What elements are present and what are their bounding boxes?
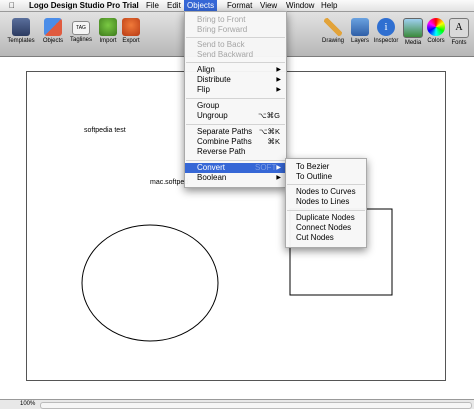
menu-item-label: Group (197, 101, 220, 110)
menu-item-duplicate-nodes[interactable]: Duplicate Nodes (286, 213, 366, 223)
menu-item-distribute[interactable]: Distribute ▶ (185, 75, 286, 85)
menu-item-boolean[interactable]: Boolean ▶ (185, 173, 286, 183)
menu-item-label: Combine Paths (197, 137, 252, 146)
menu-item-label: Separate Paths (197, 127, 253, 136)
menu-item-label: Bring to Front (197, 15, 246, 24)
menu-item-label: Boolean (197, 173, 227, 182)
menu-item-label: Ungroup (197, 111, 228, 120)
menu-item-label: Connect Nodes (296, 223, 352, 232)
shortcut-label: ⌘K (267, 137, 280, 146)
menu-item-label: Send to Back (197, 40, 245, 49)
menu-item-bring-forward[interactable]: Bring Forward (185, 25, 286, 35)
submenu-arrow-icon: ▶ (276, 87, 281, 93)
menu-item-send-backward[interactable]: Send Backward (185, 50, 286, 60)
menu-separator (186, 62, 285, 63)
menu-item-separate-paths[interactable]: Separate Paths ⌥⌘K (185, 127, 286, 137)
menu-separator (287, 184, 365, 185)
convert-submenu: To Bezier To Outline Nodes to Curves Nod… (285, 158, 367, 248)
menu-separator (287, 210, 365, 211)
menu-item-convert[interactable]: Convert SOFT ▶ (185, 163, 286, 173)
menu-item-send-to-back[interactable]: Send to Back (185, 40, 286, 50)
menu-item-connect-nodes[interactable]: Connect Nodes (286, 223, 366, 233)
canvas-text-softpedia[interactable]: softpedia test (84, 127, 126, 134)
menu-item-label: Nodes to Lines (296, 197, 350, 206)
menu-item-to-bezier[interactable]: To Bezier (286, 162, 366, 172)
menu-item-reverse-path[interactable]: Reverse Path (185, 147, 286, 157)
menu-separator (186, 160, 285, 161)
submenu-arrow-icon: ▶ (276, 77, 281, 83)
canvas-text-mac[interactable]: mac.softped (150, 179, 188, 186)
submenu-arrow-icon: ▶ (276, 175, 281, 181)
menu-item-label: Align (197, 65, 215, 74)
menu-item-label: Nodes to Curves (296, 187, 356, 196)
menu-item-label: Flip (197, 85, 210, 94)
menu-separator (186, 124, 285, 125)
menu-item-label: Cut Nodes (296, 233, 334, 242)
shortcut-label: ⌥⌘K (258, 127, 280, 136)
menu-item-label: Distribute (197, 75, 231, 84)
menu-item-nodes-to-curves[interactable]: Nodes to Curves (286, 187, 366, 197)
menu-item-align[interactable]: Align ▶ (185, 65, 286, 75)
ellipse-shape[interactable] (81, 224, 219, 342)
menu-item-label: Bring Forward (197, 25, 248, 34)
menu-item-flip[interactable]: Flip ▶ (185, 85, 286, 95)
menu-item-label: To Bezier (296, 162, 330, 171)
watermark-text: SOFT (255, 163, 277, 172)
menu-item-label: Reverse Path (197, 147, 246, 156)
shortcut-label: ⌥⌘G (258, 111, 280, 120)
objects-menu: Bring to Front Bring Forward Send to Bac… (184, 11, 287, 188)
menu-item-to-outline[interactable]: To Outline (286, 172, 366, 182)
submenu-arrow-icon: ▶ (276, 165, 281, 171)
submenu-arrow-icon: ▶ (276, 67, 281, 73)
menu-separator (186, 98, 285, 99)
menu-item-nodes-to-lines[interactable]: Nodes to Lines (286, 197, 366, 207)
menu-item-cut-nodes[interactable]: Cut Nodes (286, 233, 366, 243)
menu-item-label: To Outline (296, 172, 333, 181)
menu-item-bring-to-front[interactable]: Bring to Front (185, 15, 286, 25)
menu-item-group[interactable]: Group (185, 101, 286, 111)
menu-item-ungroup[interactable]: Ungroup ⌥⌘G (185, 111, 286, 121)
menu-separator (186, 37, 285, 38)
menu-item-label: Send Backward (197, 50, 254, 59)
menu-item-combine-paths[interactable]: Combine Paths ⌘K (185, 137, 286, 147)
menu-item-label: Duplicate Nodes (296, 213, 355, 222)
menu-item-label: Convert (197, 163, 226, 172)
